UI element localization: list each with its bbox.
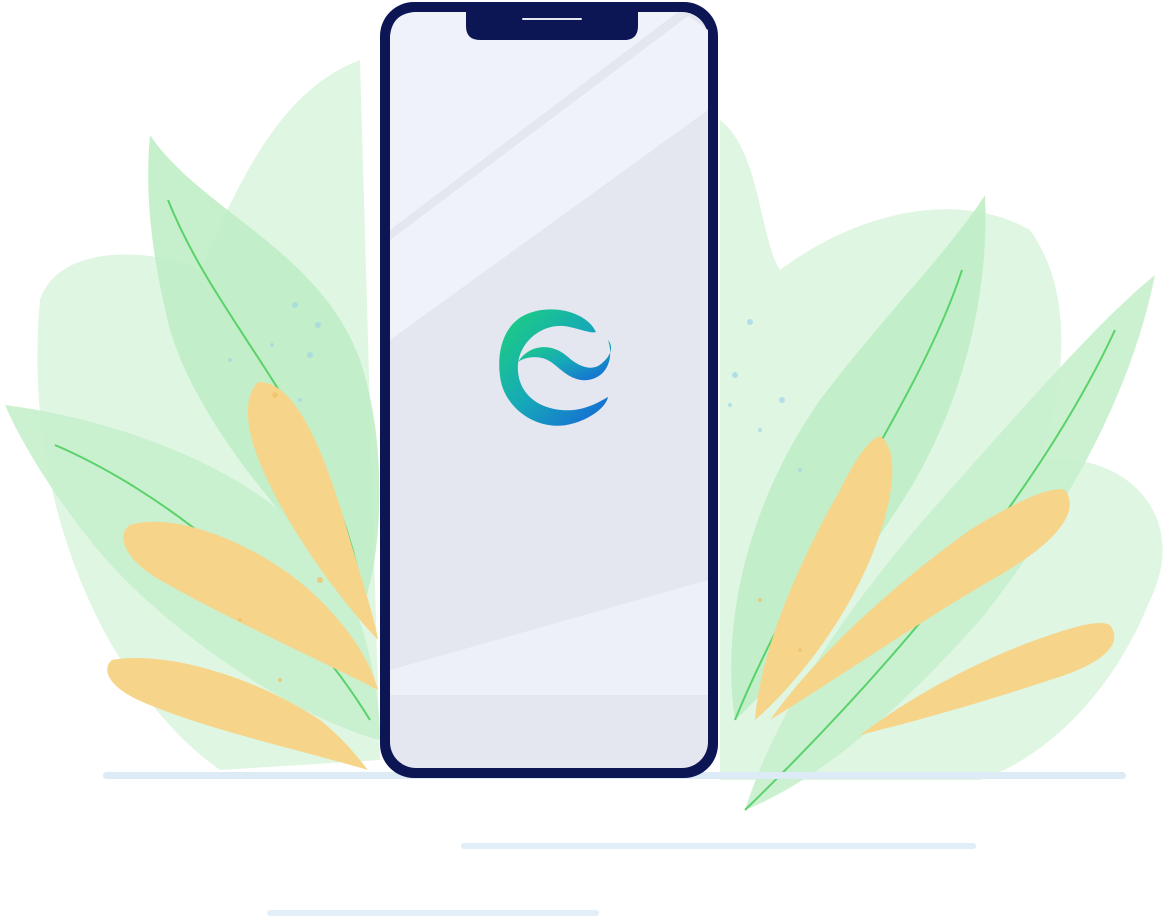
speaker-grille — [522, 18, 582, 20]
logo-inner-wave — [518, 340, 612, 381]
illustration-scene — [0, 0, 1171, 918]
app-e-wave-logo-icon — [499, 309, 612, 426]
logo-outer-arc — [499, 309, 608, 426]
ground-line-bottom — [267, 910, 599, 916]
ground-line-middle — [461, 843, 976, 849]
phone-notch — [466, 10, 638, 40]
